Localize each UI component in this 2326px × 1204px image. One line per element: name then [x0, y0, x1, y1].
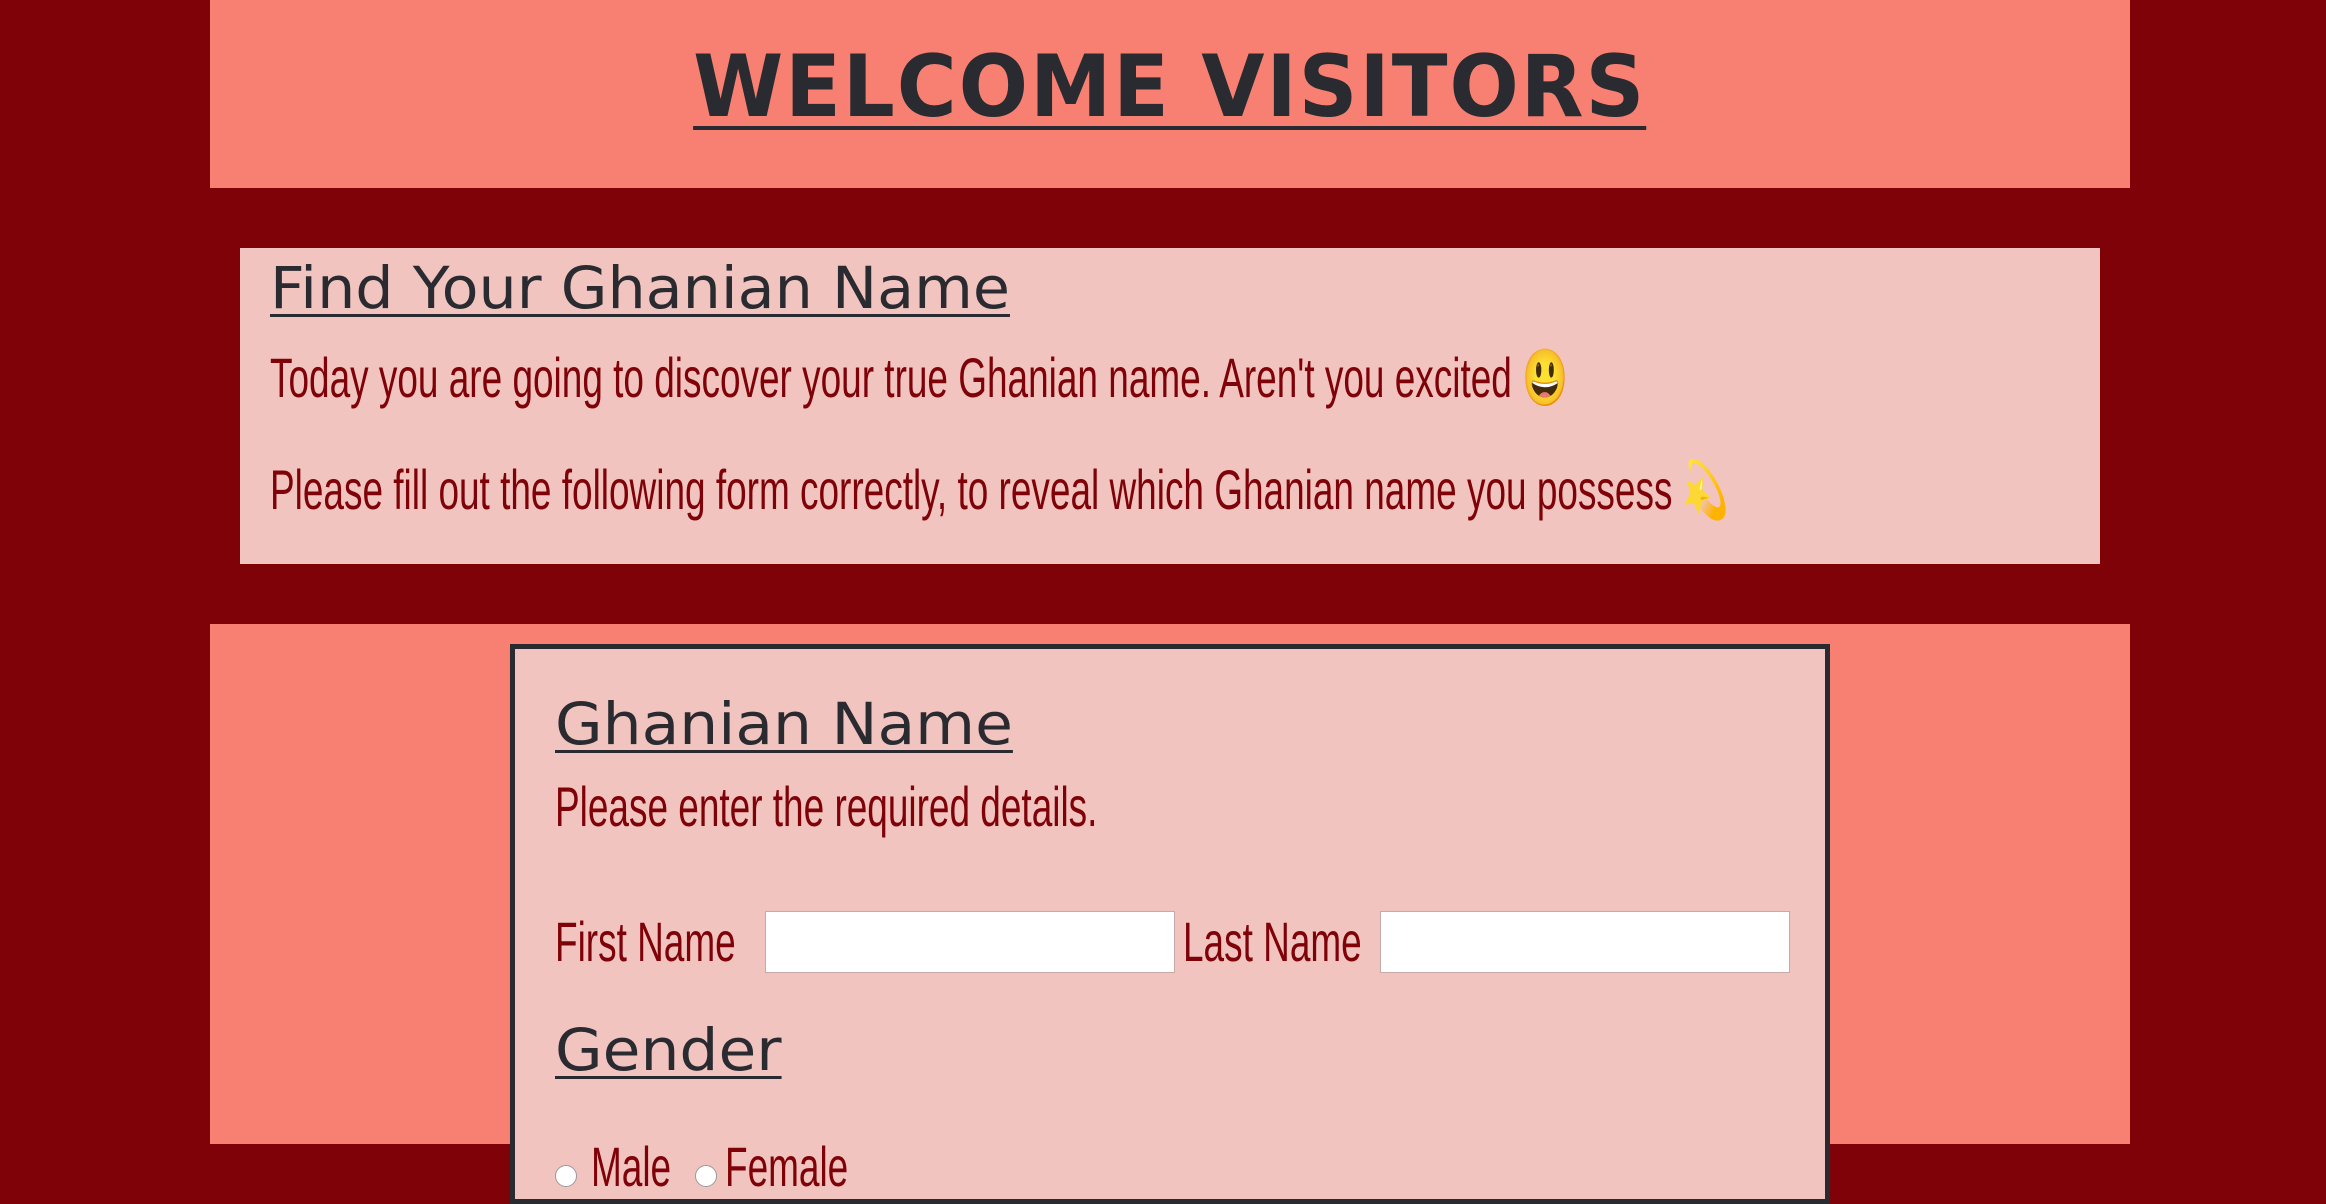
male-radio[interactable] [555, 1165, 577, 1187]
last-name-label: Last Name [1183, 910, 1362, 973]
intro-heading: Find Your Ghanian Name [270, 254, 1010, 322]
header-band: WELCOME VISITORS [210, 0, 2130, 188]
page-title: WELCOME VISITORS [693, 37, 1647, 137]
female-radio[interactable] [695, 1165, 717, 1187]
form-band: Ghanian Name Please enter the required d… [210, 624, 2130, 1204]
intro-text-line-2: Please fill out the following form corre… [270, 457, 1729, 521]
form-heading: Ghanian Name [555, 690, 1013, 758]
gender-options: Male Female [555, 1137, 1155, 1197]
form-instructions: Please enter the required details. [555, 774, 1098, 838]
female-label: Female [725, 1135, 849, 1198]
first-name-label: First Name [555, 910, 736, 973]
first-name-input[interactable] [765, 911, 1175, 973]
intro-card: Find Your Ghanian Name Today you are goi… [240, 248, 2100, 564]
male-label: Male [591, 1135, 672, 1198]
name-fields-row: First Name Last Name [555, 911, 1795, 973]
last-name-input[interactable] [1380, 911, 1790, 973]
intro-text-line-1: Today you are going to discover your tru… [270, 345, 1569, 409]
ghanian-name-form: Ghanian Name Please enter the required d… [510, 644, 1830, 1204]
gender-heading: Gender [555, 1016, 782, 1084]
